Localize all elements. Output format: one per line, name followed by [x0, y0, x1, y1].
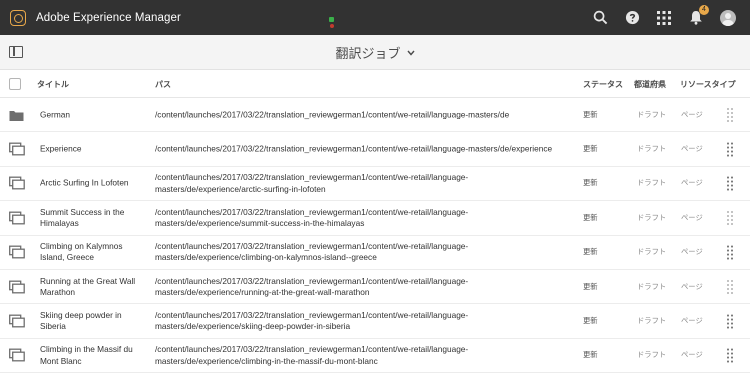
cursor-marker [329, 17, 334, 22]
drag-handle-icon[interactable] [727, 108, 733, 122]
table-row[interactable]: Experience /content/launches/2017/03/22/… [0, 132, 750, 167]
row-title: Arctic Surfing In Lofoten [40, 177, 129, 188]
help-icon[interactable] [624, 10, 640, 26]
row-status: 更新 [583, 178, 598, 188]
action-bar: 翻訳ジョブ [0, 35, 750, 70]
pages-icon [9, 348, 25, 362]
drag-handle-icon[interactable] [727, 245, 733, 260]
select-all-checkbox[interactable] [9, 78, 21, 90]
row-title: Summit Success in the Himalayas [40, 206, 125, 228]
page-title: 翻訳ジョブ [335, 46, 401, 61]
column-header-path[interactable]: パス [155, 79, 171, 90]
cursor-marker-secondary [330, 24, 334, 28]
row-resource-type: ページ [681, 247, 703, 257]
row-path: /content/launches/2017/03/22/translation… [155, 109, 510, 120]
row-title: Experience [40, 143, 82, 154]
drag-handle-icon[interactable] [727, 280, 733, 294]
row-prefecture: ドラフト [637, 350, 667, 360]
row-status: 更新 [583, 281, 598, 291]
table-row[interactable]: Climbing on Kalymnos Island, Greece /con… [0, 236, 750, 270]
row-prefecture: ドラフト [637, 212, 667, 222]
row-prefecture: ドラフト [637, 316, 667, 326]
search-icon[interactable] [592, 10, 608, 26]
row-title: Running at the Great Wall Marathon [40, 275, 136, 297]
drag-handle-icon[interactable] [727, 211, 733, 225]
table-header: タイトル パス ステータス 都道府県 リソースタイプ [0, 71, 750, 98]
row-resource-type: ページ [681, 281, 703, 291]
table-row[interactable]: Arctic Surfing In Lofoten /content/launc… [0, 167, 750, 202]
table-row[interactable]: Running at the Great Wall Marathon /cont… [0, 270, 750, 305]
pages-icon [9, 211, 25, 225]
global-actions: 4 [592, 0, 736, 35]
row-path: /content/launches/2017/03/22/translation… [155, 344, 469, 366]
row-prefecture: ドラフト [637, 109, 667, 119]
table-row[interactable]: German /content/launches/2017/03/22/tran… [0, 98, 750, 133]
drag-handle-icon[interactable] [727, 314, 733, 329]
drag-handle-icon[interactable] [727, 142, 733, 157]
notification-badge: 4 [699, 4, 709, 15]
drag-handle-icon[interactable] [727, 176, 733, 191]
pages-icon [9, 142, 25, 156]
notifications-bell-icon[interactable]: 4 [688, 4, 709, 26]
column-header-status[interactable]: ステータス [583, 79, 623, 90]
row-status: 更新 [583, 350, 598, 360]
row-resource-type: ページ [681, 350, 703, 360]
row-status: 更新 [583, 316, 598, 326]
row-status: 更新 [583, 144, 598, 154]
row-path: /content/launches/2017/03/22/translation… [155, 241, 469, 263]
aem-logo-icon[interactable] [10, 9, 26, 26]
row-resource-type: ページ [681, 178, 703, 188]
row-path: /content/launches/2017/03/22/translation… [155, 309, 469, 332]
column-header-title[interactable]: タイトル [37, 79, 69, 90]
drag-handle-icon[interactable] [727, 348, 733, 363]
row-prefecture: ドラフト [637, 144, 667, 154]
app-title[interactable]: Adobe Experience Manager [36, 12, 181, 24]
pages-icon [9, 177, 25, 190]
apps-grid-icon[interactable] [656, 10, 672, 26]
folder-icon [9, 108, 25, 121]
row-path: /content/launches/2017/03/22/translation… [155, 275, 469, 297]
row-path: /content/launches/2017/03/22/translation… [155, 172, 469, 194]
table-row[interactable]: Summit Success in the Himalayas /content… [0, 201, 750, 236]
pages-icon [9, 280, 25, 294]
row-path: /content/launches/2017/03/22/translation… [155, 206, 469, 228]
page-title-dropdown[interactable]: 翻訳ジョブ [0, 35, 750, 70]
row-title: Climbing in the Massif du Mont Blanc [40, 344, 133, 366]
row-prefecture: ドラフト [637, 281, 667, 291]
pages-icon [9, 245, 25, 259]
row-status: 更新 [583, 247, 598, 257]
chevron-down-icon [406, 49, 415, 57]
row-status: 更新 [583, 212, 598, 222]
column-header-prefecture[interactable]: 都道府県 [634, 79, 666, 90]
pages-icon [9, 314, 25, 328]
row-prefecture: ドラフト [637, 178, 667, 188]
global-nav-bar: Adobe Experience Manager 4 [0, 0, 750, 35]
row-resource-type: ページ [681, 109, 703, 119]
column-header-resource-type[interactable]: リソースタイプ [680, 79, 736, 90]
row-title: Climbing on Kalymnos Island, Greece [40, 241, 123, 263]
row-title: Skiing deep powder in Siberia [40, 309, 122, 332]
table-row[interactable]: Skiing deep powder in Siberia /content/l… [0, 304, 750, 339]
user-avatar[interactable] [720, 9, 736, 26]
translation-jobs-table: タイトル パス ステータス 都道府県 リソースタイプ German /conte… [0, 71, 750, 374]
table-row[interactable]: Climbing in the Massif du Mont Blanc /co… [0, 339, 750, 374]
row-title: German [40, 109, 70, 120]
row-status: 更新 [583, 109, 598, 119]
row-path: /content/launches/2017/03/22/translation… [155, 143, 553, 154]
row-prefecture: ドラフト [637, 247, 667, 257]
row-resource-type: ページ [681, 144, 703, 154]
row-resource-type: ページ [681, 316, 703, 326]
row-resource-type: ページ [681, 212, 703, 222]
